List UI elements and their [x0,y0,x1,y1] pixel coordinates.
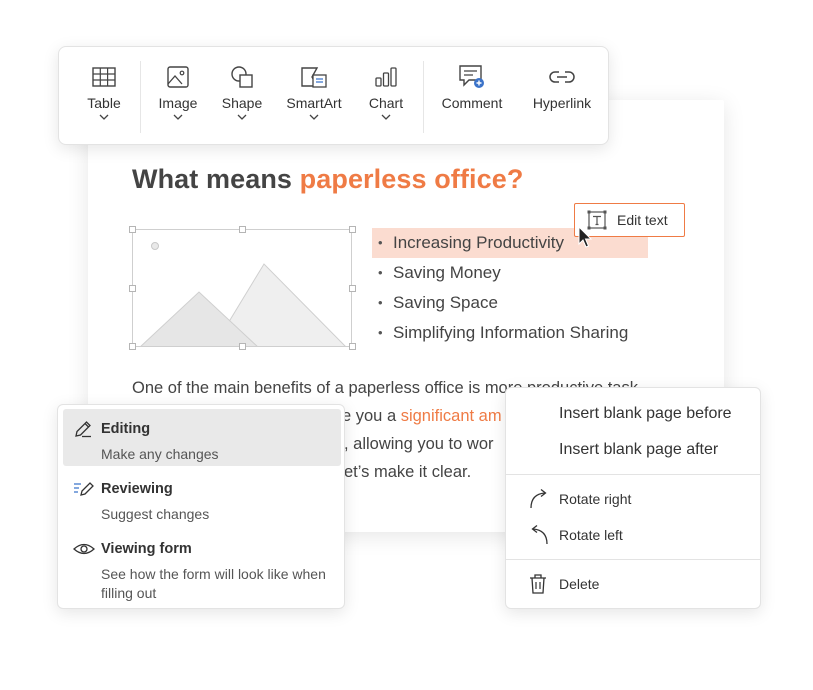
insert-blank-page-before-item[interactable]: Insert blank page before [506,397,760,431]
menu-item-label: Rotate right [559,491,632,507]
toolbar-table-button[interactable]: Table [79,61,129,120]
menu-item-label: Insert blank page after [559,441,719,458]
resize-handle-br[interactable] [349,343,356,350]
resize-handle-tm[interactable] [239,226,246,233]
toolbar-hyperlink-button[interactable]: Hyperlink [527,61,597,111]
toolbar-image-button[interactable]: Image [153,61,203,120]
toolbar-comment-button[interactable]: Comment [439,61,505,111]
mode-desc: Suggest changes [101,506,210,522]
toolbar-item-label: Table [87,95,121,111]
link-icon [549,71,575,83]
chevron-down-icon [237,114,247,120]
mode-viewing-form-item[interactable]: Viewing form See how the form will look … [63,529,341,605]
mode-title: Editing [101,421,151,437]
image-placeholder[interactable] [132,229,352,347]
edit-text-label: Edit text [617,212,668,228]
mode-title: Viewing form [101,541,192,557]
resize-handle-bl[interactable] [129,343,136,350]
toolbar-item-label: Hyperlink [532,95,592,111]
trash-icon [530,574,546,594]
comment-icon [459,65,484,88]
resize-handle-ml[interactable] [129,285,136,292]
review-pen-icon [74,482,94,496]
toolbar-separator [140,61,141,133]
resize-handle-mr[interactable] [349,285,356,292]
image-icon [167,66,189,88]
mode-menu: Editing Make any changes Reviewing Sugge… [57,404,345,609]
toolbar-item-label: Chart [368,95,404,111]
mouse-cursor-icon [578,226,593,248]
toolbar-shape-button[interactable]: Shape [217,61,267,120]
toolbar-item-label: Comment [441,95,503,111]
page-context-menu: Insert blank page before Insert blank pa… [505,387,761,609]
chevron-down-icon [173,114,183,120]
title-accent: paperless office? [299,164,524,194]
menu-item-label: Rotate left [559,527,623,543]
resize-handle-tr[interactable] [349,226,356,233]
mode-reviewing-item[interactable]: Reviewing Suggest changes [63,469,341,526]
rotate-right-item[interactable]: Rotate right [506,482,760,516]
chevron-down-icon [309,114,319,120]
mountains-image-icon [140,242,346,346]
menu-item-label: Delete [559,576,600,592]
eye-icon [73,543,95,555]
chevron-down-icon [381,114,391,120]
bullet-list: Increasing Productivity Saving Money Sav… [372,228,649,348]
para-line-2-text: e you a [342,407,401,425]
resize-handle-tl[interactable] [129,226,136,233]
rotate-left-item[interactable]: Rotate left [506,518,760,552]
toolbar-separator [423,61,424,133]
toolbar-chart-button[interactable]: Chart [361,61,411,120]
insert-blank-page-after-item[interactable]: Insert blank page after [506,433,760,467]
chart-icon [375,67,397,87]
rotate-left-icon [531,524,548,545]
mode-title: Reviewing [101,481,173,497]
shape-icon [231,66,253,88]
mode-desc: Make any changes [101,446,219,462]
toolbar-item-label: Shape [221,95,263,111]
pencil-icon [75,421,91,438]
rotate-right-icon [530,488,547,509]
list-item[interactable]: Saving Money [372,258,648,288]
chevron-down-icon [99,114,109,120]
resize-handle-bm[interactable] [239,343,246,350]
insert-toolbar: Table Image Shape SmartArt Chart Comment… [58,46,609,145]
menu-item-label: Insert blank page before [559,405,732,422]
list-item[interactable]: Simplifying Information Sharing [372,318,648,348]
title-prefix: What means [132,164,300,194]
menu-separator [506,474,760,475]
list-item[interactable]: Saving Space [372,288,648,318]
smartart-icon [301,67,327,88]
toolbar-item-label: Image [158,95,198,111]
mode-editing-item[interactable]: Editing Make any changes [63,409,341,466]
menu-separator [506,559,760,560]
mode-desc: See how the form will look like when fil… [101,566,326,601]
toolbar-smartart-button[interactable]: SmartArt [283,61,345,120]
toolbar-item-label: SmartArt [286,95,342,111]
delete-item[interactable]: Delete [506,567,760,601]
table-icon [92,67,116,87]
document-title[interactable]: What means paperless office? [132,164,523,195]
para-accent-text: significant am [400,407,502,425]
